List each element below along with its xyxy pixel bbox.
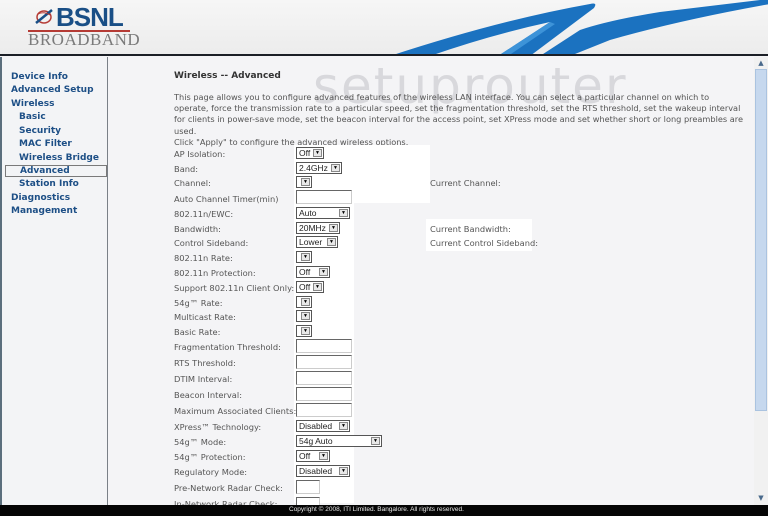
multicast-rate-select[interactable]: ▼	[296, 310, 312, 322]
g-protection-select[interactable]: Off ▼	[296, 450, 330, 462]
chevron-down-icon: ▼	[319, 452, 328, 460]
sidebar-item-basic[interactable]: Basic	[19, 112, 46, 122]
current-bandwidth-label: Current Bandwidth:	[430, 224, 511, 234]
sidebar-item-security[interactable]: Security	[19, 126, 61, 136]
dtim-interval-label: DTIM Interval:	[174, 374, 233, 384]
rts-threshold-input[interactable]	[296, 355, 352, 369]
pre-network-radar-label: Pre-Network Radar Check:	[174, 483, 283, 493]
max-clients-input[interactable]	[296, 403, 352, 417]
chevron-down-icon: ▼	[301, 327, 310, 335]
page-title: Wireless -- Advanced	[174, 71, 281, 81]
chevron-down-icon: ▼	[339, 467, 348, 475]
scroll-up-icon[interactable]: ▲	[756, 58, 766, 68]
pre-network-radar-input[interactable]	[296, 480, 320, 494]
bandwidth-label: Bandwidth:	[174, 224, 221, 234]
copyright-text: Copyright © 2008, ITI Limited. Bangalore…	[289, 506, 464, 513]
chevron-down-icon: ▼	[301, 253, 310, 261]
g-rate-select[interactable]: ▼	[296, 296, 312, 308]
chevron-down-icon: ▼	[371, 437, 380, 445]
ewc-select[interactable]: Auto ▼	[296, 207, 350, 219]
g-mode-select[interactable]: 54g Auto ▼	[296, 435, 382, 447]
n-rate-label: 802.11n Rate:	[174, 253, 233, 263]
regulatory-mode-select[interactable]: Disabled ▼	[296, 465, 350, 477]
n-client-only-select[interactable]: Off ▼	[296, 281, 324, 293]
header-divider	[0, 54, 768, 56]
ewc-label: 802.11n/EWC:	[174, 209, 234, 219]
chevron-down-icon: ▼	[313, 283, 322, 291]
chevron-down-icon: ▼	[327, 238, 336, 246]
logo-sub-text: BROADBAND	[28, 30, 141, 49]
chevron-down-icon: ▼	[319, 268, 328, 276]
sidebar-item-advanced-setup[interactable]: Advanced Setup	[11, 85, 94, 95]
g-protection-label: 54g™ Protection:	[174, 452, 246, 462]
footer: Copyright © 2008, ITI Limited. Bangalore…	[0, 505, 768, 516]
ap-isolation-select[interactable]: Off ▼	[296, 147, 324, 159]
n-client-only-label: Support 802.11n Client Only:	[174, 283, 295, 293]
description-text: This page allows you to configure advanc…	[174, 92, 743, 136]
control-sideband-select[interactable]: Lower ▼	[296, 236, 338, 248]
auto-channel-timer-input[interactable]	[296, 190, 352, 204]
chevron-down-icon: ▼	[329, 224, 338, 232]
sidebar-item-device-info[interactable]: Device Info	[11, 72, 68, 82]
chevron-down-icon: ▼	[313, 149, 322, 157]
ap-isolation-label: AP Isolation:	[174, 149, 226, 159]
scroll-down-icon[interactable]: ▼	[756, 493, 766, 503]
frag-threshold-input[interactable]	[296, 339, 352, 353]
dtim-interval-input[interactable]	[296, 371, 352, 385]
sidebar-nav: Device Info Advanced Setup Wireless Basi…	[0, 57, 108, 505]
auto-channel-timer-label: Auto Channel Timer(min)	[174, 194, 279, 204]
chevron-down-icon: ▼	[301, 312, 310, 320]
sidebar-item-wireless[interactable]: Wireless	[11, 99, 54, 109]
sidebar-item-diagnostics[interactable]: Diagnostics	[11, 193, 70, 203]
beacon-interval-input[interactable]	[296, 387, 352, 401]
scrollbar-thumb[interactable]	[755, 69, 767, 411]
g-rate-label: 54g™ Rate:	[174, 298, 223, 308]
n-protection-select[interactable]: Off ▼	[296, 266, 330, 278]
logo-brand-text: BSNL	[56, 2, 124, 32]
current-channel-label: Current Channel:	[430, 178, 501, 188]
chevron-down-icon: ▼	[301, 298, 310, 306]
multicast-rate-label: Multicast Rate:	[174, 312, 236, 322]
header-banner: BSNL BROADBAND	[0, 0, 768, 56]
sidebar-item-mac-filter[interactable]: MAC Filter	[19, 139, 72, 149]
chevron-down-icon: ▼	[301, 178, 310, 186]
basic-rate-select[interactable]: ▼	[296, 325, 312, 337]
channel-select[interactable]: ▼	[296, 176, 312, 188]
bsnl-globe-icon	[35, 9, 53, 24]
band-select[interactable]: 2.4GHz ▼	[296, 162, 342, 174]
g-mode-label: 54g™ Mode:	[174, 437, 227, 447]
regulatory-mode-label: Regulatory Mode:	[174, 467, 248, 477]
header-swoosh-graphic	[390, 0, 768, 56]
xpress-label: XPress™ Technology:	[174, 422, 262, 432]
n-protection-label: 802.11n Protection:	[174, 268, 256, 278]
max-clients-label: Maximum Associated Clients:	[174, 406, 297, 416]
chevron-down-icon: ▼	[339, 422, 348, 430]
band-label: Band:	[174, 164, 199, 174]
control-sideband-label: Control Sideband:	[174, 238, 249, 248]
vertical-scrollbar[interactable]: ▲ ▼	[754, 57, 768, 505]
chevron-down-icon: ▼	[339, 209, 348, 217]
xpress-select[interactable]: Disabled ▼	[296, 420, 350, 432]
main-content: setuprouter Wireless -- Advanced This pa…	[108, 57, 754, 505]
rts-threshold-label: RTS Threshold:	[174, 358, 236, 368]
n-rate-select[interactable]: ▼	[296, 251, 312, 263]
beacon-interval-label: Beacon Interval:	[174, 390, 242, 400]
current-sideband-label: Current Control Sideband:	[430, 238, 539, 248]
sidebar-item-advanced[interactable]: Advanced	[5, 165, 107, 177]
channel-label: Channel:	[174, 178, 211, 188]
sidebar-item-wireless-bridge[interactable]: Wireless Bridge	[19, 153, 99, 163]
bsnl-logo: BSNL BROADBAND	[28, 2, 140, 49]
sidebar-item-station-info[interactable]: Station Info	[19, 179, 79, 189]
sidebar-item-management[interactable]: Management	[11, 206, 77, 216]
frag-threshold-label: Fragmentation Threshold:	[174, 342, 281, 352]
in-network-radar-input[interactable]	[296, 497, 320, 505]
chevron-down-icon: ▼	[331, 164, 340, 172]
bandwidth-select[interactable]: 20MHz ▼	[296, 222, 340, 234]
page-description: This page allows you to configure advanc…	[174, 92, 744, 148]
basic-rate-label: Basic Rate:	[174, 327, 221, 337]
